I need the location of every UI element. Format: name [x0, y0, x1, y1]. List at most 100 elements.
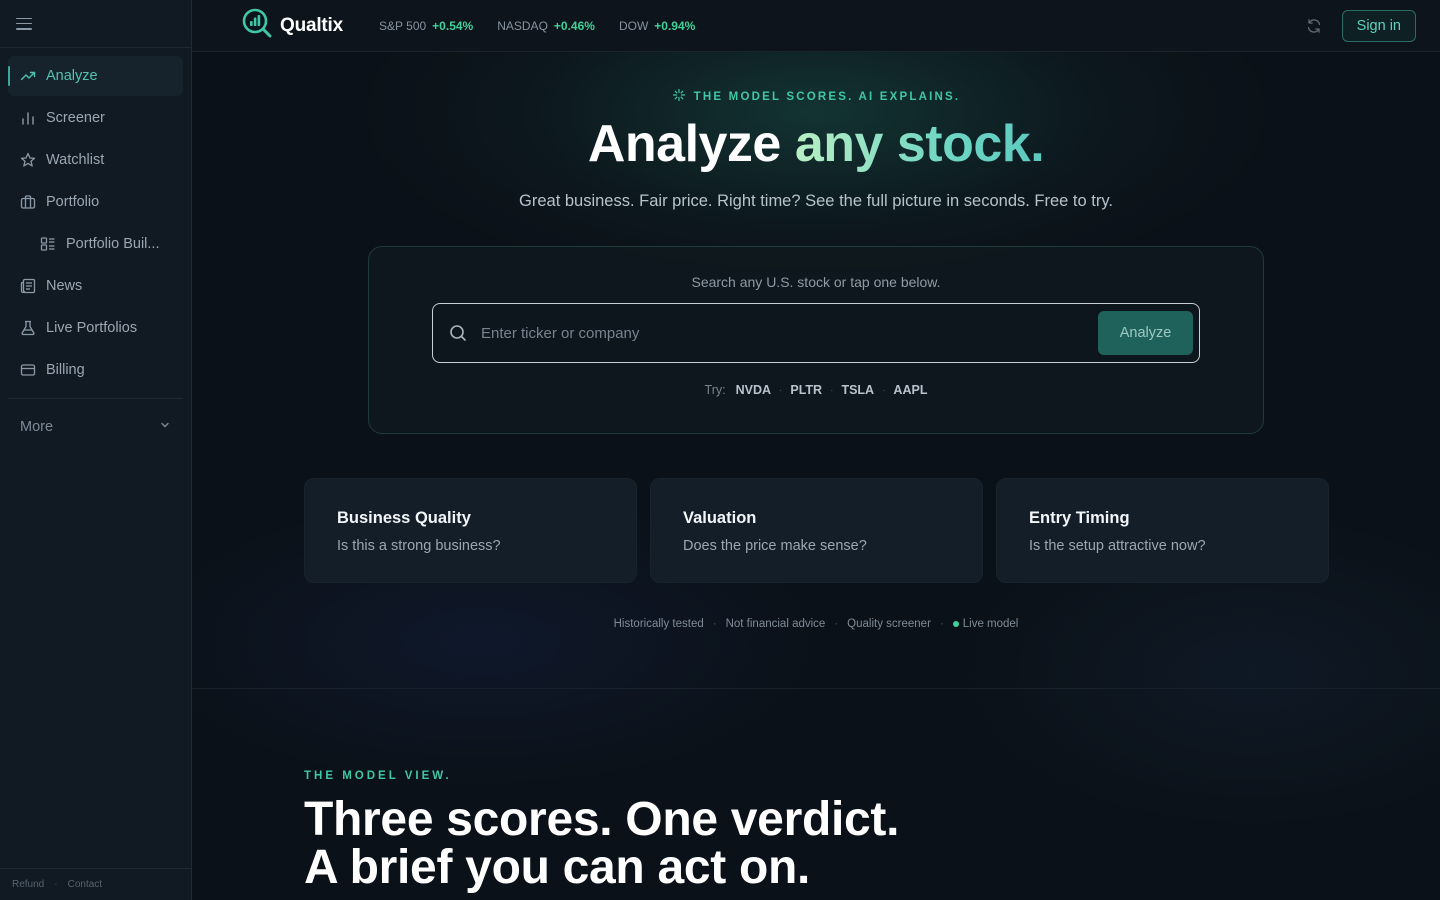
sidebar-item-label: Portfolio Buil... — [66, 236, 160, 252]
feature-cards: Business Quality Is this a strong busine… — [304, 478, 1329, 583]
sidebar-item-label: Watchlist — [46, 152, 105, 168]
bar-chart-icon — [20, 110, 36, 126]
ticker-name: DOW — [618, 18, 649, 33]
suggestion-chip-pltr[interactable]: PLTR — [790, 383, 822, 397]
analyze-button[interactable]: Analyze — [1098, 311, 1193, 355]
feature-card-entry-timing: Entry Timing Is the setup attractive now… — [996, 478, 1329, 583]
feature-card-valuation: Valuation Does the price make sense? — [650, 478, 983, 583]
trending-up-icon — [20, 68, 36, 84]
sidebar-item-label: Screener — [46, 110, 105, 126]
ticker-change: +0.54% — [432, 18, 474, 33]
briefcase-icon — [20, 194, 36, 210]
refund-link[interactable]: Refund — [12, 879, 44, 890]
hero-eyebrow-text: THE MODEL SCORES. AI EXPLAINS. — [693, 90, 961, 103]
sidebar-item-label: News — [46, 278, 83, 294]
ticker-sp500: S&P 500 +0.54% — [379, 19, 473, 33]
section-divider — [192, 688, 1440, 689]
sidebar-header — [0, 0, 191, 48]
flask-icon — [20, 320, 36, 336]
brand-logo[interactable]: Qualtix — [242, 8, 343, 43]
trust-separator: · — [834, 618, 839, 630]
sparkle-icon — [672, 88, 686, 105]
trust-item: Historically tested — [613, 618, 704, 630]
market-tickers: S&P 500 +0.54% NASDAQ +0.46% DOW +0.94% — [379, 19, 695, 33]
search-box: Analyze — [432, 303, 1200, 363]
sidebar-item-label: Billing — [46, 362, 85, 378]
suggestion-row: Try: NVDA · PLTR · TSLA · AAPL — [369, 383, 1263, 397]
hero-title: Analyze any stock. — [192, 114, 1440, 174]
trust-item: Live model — [962, 618, 1019, 630]
feature-title: Entry Timing — [1029, 509, 1130, 527]
refresh-icon[interactable] — [1306, 18, 1322, 34]
hero-title-plain: Analyze — [587, 115, 795, 173]
suggestion-separator: · — [830, 384, 834, 396]
sidebar-divider — [8, 398, 183, 399]
contact-link[interactable]: Contact — [68, 879, 102, 890]
top-bar-actions: Sign in — [1306, 9, 1416, 42]
hero-title-accent: any stock. — [794, 115, 1045, 173]
sign-in-button[interactable]: Sign in — [1341, 9, 1416, 42]
model-title-line-1: Three scores. One verdict. — [304, 793, 900, 846]
sidebar-item-analyze[interactable]: Analyze — [8, 56, 183, 96]
ticker-change: +0.94% — [654, 18, 696, 33]
try-label: Try: — [704, 383, 726, 397]
sidebar-item-live-portfolios[interactable]: Live Portfolios — [8, 308, 183, 348]
feature-description: Is this a strong business? — [337, 538, 501, 554]
sidebar-item-news[interactable]: News — [8, 266, 183, 306]
search-card: Search any U.S. stock or tap one below. … — [368, 246, 1264, 434]
suggestion-chip-tsla[interactable]: TSLA — [841, 383, 874, 397]
feature-title: Business Quality — [337, 509, 471, 527]
sidebar-item-label: Analyze — [46, 68, 98, 84]
more-label: More — [20, 419, 54, 435]
sidebar-nav: Analyze Screener Watchlist Portfolio Por… — [0, 48, 191, 390]
sidebar-item-watchlist[interactable]: Watchlist — [8, 140, 183, 180]
sidebar-more-toggle[interactable]: More — [0, 407, 191, 447]
trust-separator: · — [939, 618, 944, 630]
menu-icon[interactable] — [16, 17, 32, 30]
hero-eyebrow: THE MODEL SCORES. AI EXPLAINS. — [192, 88, 1440, 105]
main-content: THE MODEL SCORES. AI EXPLAINS. Analyze a… — [192, 52, 1440, 900]
ticker-change: +0.46% — [553, 18, 595, 33]
layout-list-icon — [40, 236, 56, 252]
sidebar-item-screener[interactable]: Screener — [8, 98, 183, 138]
ticker-name: S&P 500 — [379, 18, 427, 33]
newspaper-icon — [20, 278, 36, 294]
credit-card-icon — [20, 362, 36, 378]
trust-item: Not financial advice — [725, 618, 826, 630]
ticker-dow: DOW +0.94% — [619, 19, 695, 33]
search-icon — [449, 324, 467, 342]
ticker-nasdaq: NASDAQ +0.46% — [497, 19, 595, 33]
trust-item: Quality screener — [847, 618, 931, 630]
sidebar: Analyze Screener Watchlist Portfolio Por… — [0, 0, 192, 900]
sidebar-footer: Refund · Contact — [0, 868, 191, 900]
sidebar-item-billing[interactable]: Billing — [8, 350, 183, 390]
footer-separator: · — [54, 879, 58, 890]
suggestion-chip-nvda[interactable]: NVDA — [736, 383, 771, 397]
hero-subtitle: Great business. Fair price. Right time? … — [519, 192, 1113, 210]
sidebar-item-portfolio-builder[interactable]: Portfolio Buil... — [8, 224, 183, 264]
model-section-title: Three scores. One verdict. A brief you c… — [304, 796, 899, 892]
ticker-name: NASDAQ — [497, 18, 548, 33]
model-title-line-2: A brief you can act on. — [304, 841, 811, 894]
trust-badges: Historically tested · Not financial advi… — [192, 618, 1440, 630]
model-section-eyebrow: THE MODEL VIEW. — [304, 770, 452, 782]
feature-description: Is the setup attractive now? — [1029, 538, 1206, 554]
qualtix-logo-icon — [242, 8, 272, 43]
top-bar: Qualtix S&P 500 +0.54% NASDAQ +0.46% DOW… — [192, 0, 1440, 52]
feature-description: Does the price make sense? — [683, 538, 867, 554]
brand-name: Qualtix — [280, 14, 344, 36]
star-icon — [20, 152, 36, 168]
suggestion-separator: · — [882, 384, 886, 396]
sidebar-item-label: Live Portfolios — [46, 320, 138, 336]
sidebar-item-label: Portfolio — [46, 194, 100, 210]
feature-card-business-quality: Business Quality Is this a strong busine… — [304, 478, 637, 583]
feature-title: Valuation — [683, 509, 757, 527]
chevron-down-icon — [159, 419, 171, 435]
trust-separator: · — [712, 618, 717, 630]
search-hint: Search any U.S. stock or tap one below. — [691, 274, 941, 290]
search-input[interactable] — [481, 304, 1098, 362]
suggestion-chip-aapl[interactable]: AAPL — [893, 383, 927, 397]
suggestion-separator: · — [779, 384, 783, 396]
sidebar-item-portfolio[interactable]: Portfolio — [8, 182, 183, 222]
live-model-indicator: Live model — [952, 618, 1019, 630]
